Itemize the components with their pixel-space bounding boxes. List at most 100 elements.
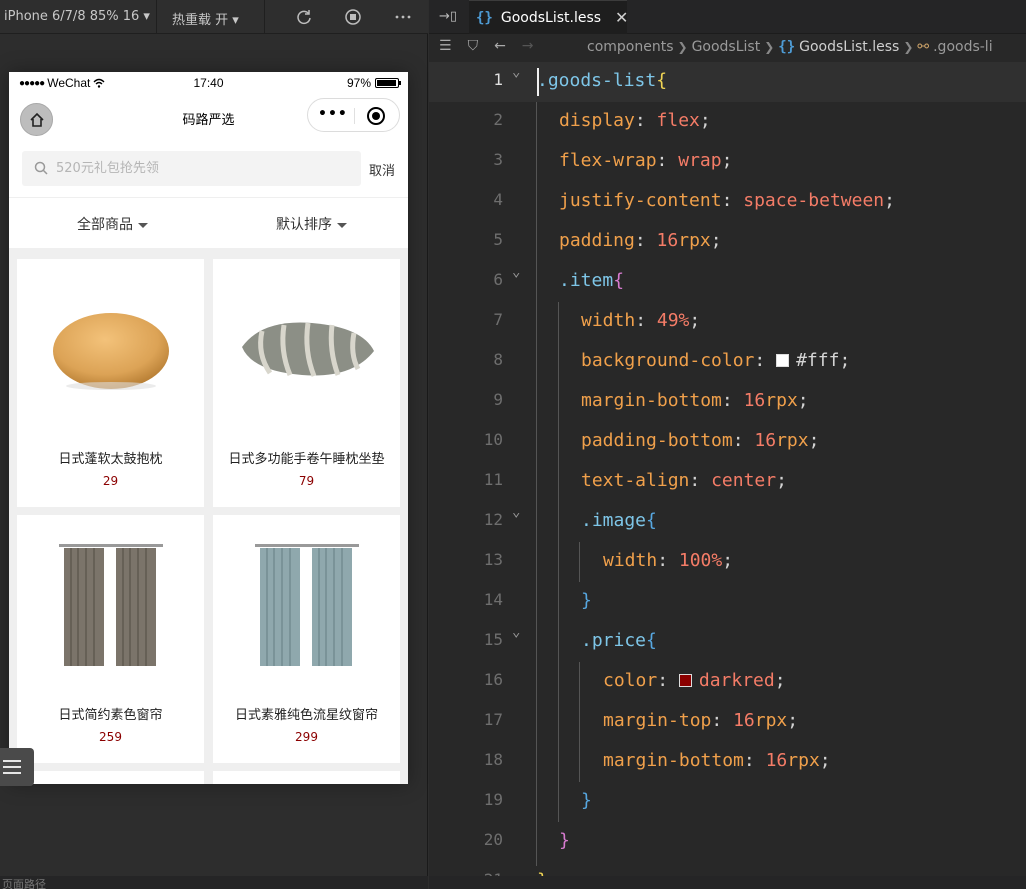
goods-price: 29 [102,474,119,488]
breadcrumb-item[interactable]: .goods-li [933,39,992,55]
goods-name: 日式蓬软太鼓抱枕 [58,452,163,467]
line-number: 3 [493,150,503,169]
tab-goodslist-less[interactable]: {} GoodsList.less ✕ [469,0,628,34]
striped-pillow-image [241,322,374,377]
device-select[interactable]: iPhone 6/7/8 85% 16 ▾ [4,9,150,24]
back-arrow-icon[interactable]: ← [494,38,506,54]
code-text: background-color: #fff; [581,350,850,371]
category-filter[interactable]: 全部商品 [77,214,148,234]
sort-filter[interactable]: 默认排序 [276,214,347,234]
code-line[interactable]: 17 margin-top: 16rpx; [429,702,1026,742]
close-program-button[interactable] [367,107,385,125]
hot-reload-toggle[interactable]: 热重载 开 ▾ [172,9,239,28]
code-text: padding: 16rpx; [559,230,722,251]
color-swatch[interactable] [776,354,790,367]
toggle-sidebar-icon[interactable]: →▯ [439,9,457,24]
bookmark-icon[interactable]: ⛉ [468,38,479,54]
nav-bar: 码路严选 ••• [9,94,408,140]
search-box[interactable] [22,151,361,186]
status-bar: ●●●●● WeChat 17:40 97% [9,72,408,94]
search-area: 取消 [9,140,408,197]
code-line[interactable]: 19} [429,782,1026,822]
code-token: : [634,230,657,251]
code-line[interactable]: 14} [429,582,1026,622]
code-token: ; [774,670,786,691]
css-property: flex-wrap [559,150,657,171]
code-line[interactable]: 12 ⌄ .image{ [429,502,1026,542]
goods-item[interactable]: 日式蓬软太鼓抱枕 29 [17,259,204,507]
code-text: .price{ [581,630,657,651]
goods-item-partial[interactable] [17,771,204,784]
more-options-button[interactable]: ••• [318,106,348,122]
css-value: flex [656,110,700,131]
code-line[interactable]: 9 margin-bottom: 16rpx; [429,382,1026,422]
breadcrumb: ☰ ⛉ ← → components ❯ GoodsList ❯ {} Good… [429,34,1026,62]
code-token: ; [839,350,851,371]
goods-image [213,259,400,439]
code-line[interactable]: 8 background-color: #fff; [429,342,1026,382]
forward-arrow-icon[interactable]: → [522,38,534,54]
code-text: width: 49%; [581,310,700,331]
breadcrumb-item[interactable]: GoodsList [692,39,761,55]
fold-chevron-icon[interactable]: ⌄ [512,64,520,80]
code-token: ; [787,710,799,731]
outline-icon[interactable]: ☰ [439,38,452,54]
line-number: 19 [483,790,503,809]
code-line[interactable]: 4 justify-content: space-between; [429,182,1026,222]
code-line[interactable]: 7 width: 49%; [429,302,1026,342]
refresh-icon[interactable] [295,8,313,26]
fold-chevron-icon[interactable]: ⌄ [512,624,520,640]
line-number: 17 [483,710,503,729]
goods-item[interactable]: 日式简约素色窗帘 259 [17,515,204,763]
goods-item[interactable]: 日式多功能手卷午睡枕坐垫 79 [213,259,400,507]
code-token: ; [699,110,711,131]
code-text: color: darkred; [603,670,786,691]
code-line[interactable]: 6 ⌄ .item{ [429,262,1026,302]
code-line[interactable]: 5 padding: 16rpx; [429,222,1026,262]
goods-item-partial[interactable] [213,771,400,784]
code-text: display: flex; [559,110,711,131]
breadcrumb-item[interactable]: components [587,39,674,55]
code-area[interactable]: 1 ⌄ .goods-list{2 display: flex; 3 flex-wrap:… [429,62,1026,889]
code-line[interactable]: 18 margin-bottom: 16rpx; [429,742,1026,782]
css-property: width [581,310,636,331]
code-line[interactable]: 10 padding-bottom: 16rpx; [429,422,1026,462]
capsule-divider [354,108,355,124]
css-value: 16 [765,750,788,771]
css-unit: rpx [678,230,711,251]
more-icon[interactable] [394,8,412,26]
code-line[interactable]: 2 display: flex; [429,102,1026,142]
code-text: margin-bottom: 16rpx; [603,750,831,771]
cancel-button[interactable]: 取消 [369,160,395,179]
code-line[interactable]: 15 ⌄ .price{ [429,622,1026,662]
code-token: : [657,670,679,691]
css-selector: .goods-list [537,70,657,91]
search-input[interactable] [56,151,346,186]
css-value: 49% [656,310,690,331]
css-property: text-align [581,470,690,491]
code-token: : [657,550,679,571]
code-line[interactable]: 16 color: darkred; [429,662,1026,702]
less-file-icon: {} [476,9,493,26]
line-number: 10 [483,430,503,449]
line-number: 12 [483,510,503,529]
code-line[interactable]: 1 ⌄ .goods-list{ [429,62,1026,102]
debug-menu-button[interactable] [0,748,34,786]
code-line[interactable]: 13 width: 100%; [429,542,1026,582]
code-token: : [732,430,755,451]
code-line[interactable]: 20} [429,822,1026,862]
menu-line [3,766,21,768]
fold-chevron-icon[interactable]: ⌄ [512,504,520,520]
code-line[interactable]: 3 flex-wrap: wrap; [429,142,1026,182]
code-token: : [656,150,679,171]
app-window: iPhone 6/7/8 85% 16 ▾ 热重载 开 ▾ ●●●●● WeCh… [0,0,1026,889]
fold-chevron-icon[interactable]: ⌄ [512,264,520,280]
breadcrumb-item[interactable]: GoodsList.less [799,39,899,55]
close-icon[interactable]: ✕ [615,8,628,27]
goods-item[interactable]: 日式素雅纯色流星纹窗帘 299 [213,515,400,763]
stop-icon[interactable] [344,8,362,26]
mini-program-capsule: ••• [307,98,400,132]
code-line[interactable]: 11 text-align: center; [429,462,1026,502]
css-value: 16 [754,430,777,451]
color-swatch[interactable] [678,674,692,687]
